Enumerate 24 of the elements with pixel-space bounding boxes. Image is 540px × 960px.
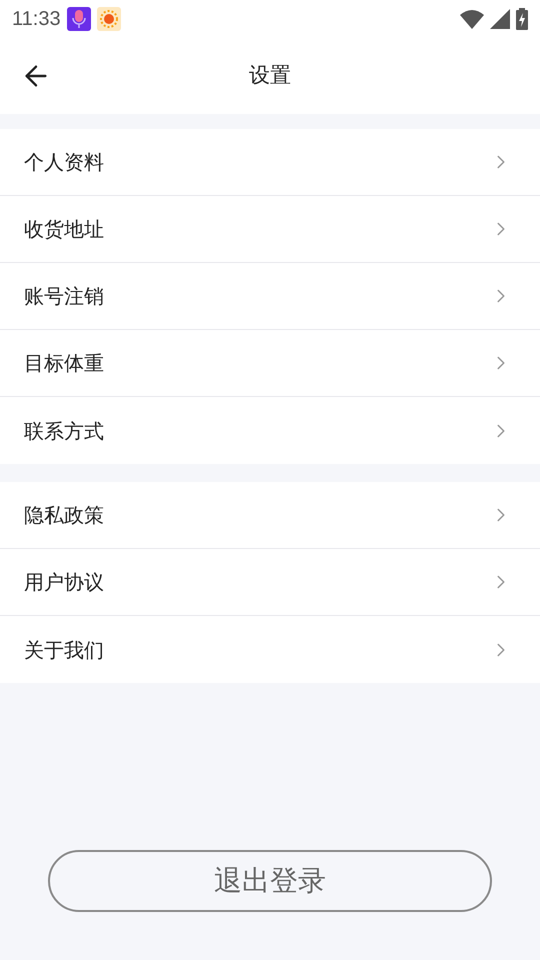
item-label: 账号注销 bbox=[24, 283, 105, 310]
item-label: 个人资料 bbox=[24, 149, 105, 176]
settings-item[interactable]: 联系方式 bbox=[0, 397, 540, 464]
item-label: 关于我们 bbox=[24, 636, 105, 664]
status-time: 11:33 bbox=[12, 7, 61, 32]
item-label: 联系方式 bbox=[24, 418, 105, 444]
sun-app-icon bbox=[96, 7, 121, 31]
settings-item[interactable]: 隐私政策 bbox=[0, 482, 540, 549]
settings-item[interactable]: 目标体重 bbox=[0, 330, 540, 397]
settings-item[interactable]: 关于我们 bbox=[0, 616, 540, 683]
page-title: 设置 bbox=[249, 62, 291, 90]
logout-button[interactable]: 退出登录 bbox=[48, 850, 492, 912]
signal-icon bbox=[490, 9, 510, 29]
item-label: 收货地址 bbox=[24, 216, 105, 243]
settings-item[interactable]: 个人资料 bbox=[0, 129, 540, 196]
item-label: 用户协议 bbox=[24, 569, 105, 596]
microphone-app-icon bbox=[66, 7, 91, 31]
item-label: 隐私政策 bbox=[24, 502, 105, 529]
settings-item[interactable]: 收货地址 bbox=[0, 196, 540, 263]
settings-item[interactable]: 账号注销 bbox=[0, 263, 540, 330]
settings-item[interactable]: 用户协议 bbox=[0, 549, 540, 616]
battery-icon bbox=[516, 8, 528, 30]
wifi-icon bbox=[460, 9, 484, 29]
item-label: 目标体重 bbox=[24, 350, 105, 377]
